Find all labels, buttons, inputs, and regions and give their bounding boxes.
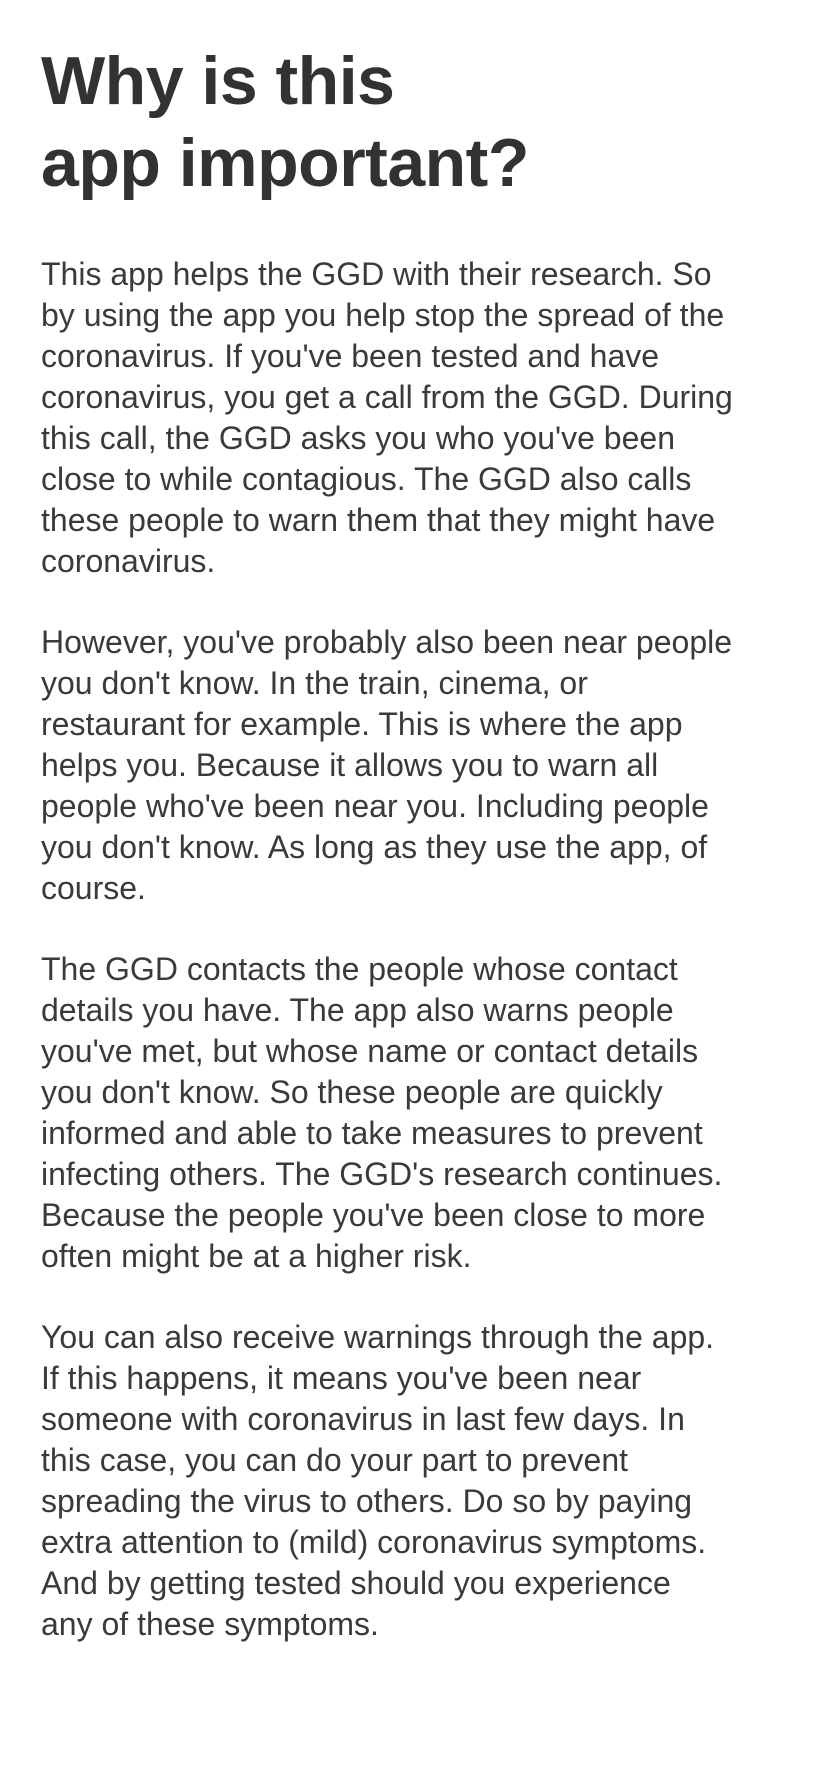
text-line: by using the app you help stop the sprea… (41, 297, 725, 333)
text-line: details you have. The app also warns peo… (41, 992, 674, 1028)
paragraph-ggd-contacts: The GGD contacts the people whose contac… (41, 949, 801, 1277)
text-line: these people to warn them that they migh… (41, 502, 716, 538)
title-line: app important? (41, 125, 529, 201)
text-line: Because the people you've been close to … (41, 1197, 706, 1233)
title-line: Why is this (41, 43, 395, 119)
paragraph-unknown-contacts: However, you've probably also been near … (41, 622, 801, 909)
text-line: you don't know. So these people are quic… (41, 1074, 663, 1110)
text-line: someone with coronavirus in last few day… (41, 1401, 685, 1437)
text-line: coronavirus, you get a call from the GGD… (41, 379, 733, 415)
text-line: You can also receive warnings through th… (41, 1319, 715, 1355)
info-page: Why is this app important? This app help… (41, 0, 801, 1685)
text-line: This app helps the GGD with their resear… (41, 256, 712, 292)
text-line: And by getting tested should you experie… (41, 1565, 671, 1601)
page-title: Why is this app important? (41, 40, 801, 204)
text-line: course. (41, 870, 146, 906)
text-line: restaurant for example. This is where th… (41, 706, 683, 742)
text-line: this call, the GGD asks you who you've b… (41, 420, 675, 456)
text-line: close to while contagious. The GGD also … (41, 461, 692, 497)
text-line: any of these symptoms. (41, 1606, 379, 1642)
text-line: you've met, but whose name or contact de… (41, 1033, 699, 1069)
text-line: helps you. Because it allows you to warn… (41, 747, 659, 783)
text-line: However, you've probably also been near … (41, 624, 733, 660)
text-line: you don't know. In the train, cinema, or (41, 665, 588, 701)
text-line: spreading the virus to others. Do so by … (41, 1483, 693, 1519)
text-line: coronavirus. If you've been tested and h… (41, 338, 660, 374)
text-line: you don't know. As long as they use the … (41, 829, 708, 865)
text-line: infecting others. The GGD's research con… (41, 1156, 723, 1192)
text-line: often might be at a higher risk. (41, 1238, 472, 1274)
text-line: If this happens, it means you've been ne… (41, 1360, 642, 1396)
paragraph-research: This app helps the GGD with their resear… (41, 254, 801, 582)
text-line: people who've been near you. Including p… (41, 788, 709, 824)
paragraph-warnings: You can also receive warnings through th… (41, 1317, 801, 1645)
body-text: This app helps the GGD with their resear… (41, 254, 801, 1645)
text-line: this case, you can do your part to preve… (41, 1442, 628, 1478)
text-line: informed and able to take measures to pr… (41, 1115, 703, 1151)
text-line: The GGD contacts the people whose contac… (41, 951, 678, 987)
text-line: extra attention to (mild) coronavirus sy… (41, 1524, 707, 1560)
text-line: coronavirus. (41, 543, 216, 579)
